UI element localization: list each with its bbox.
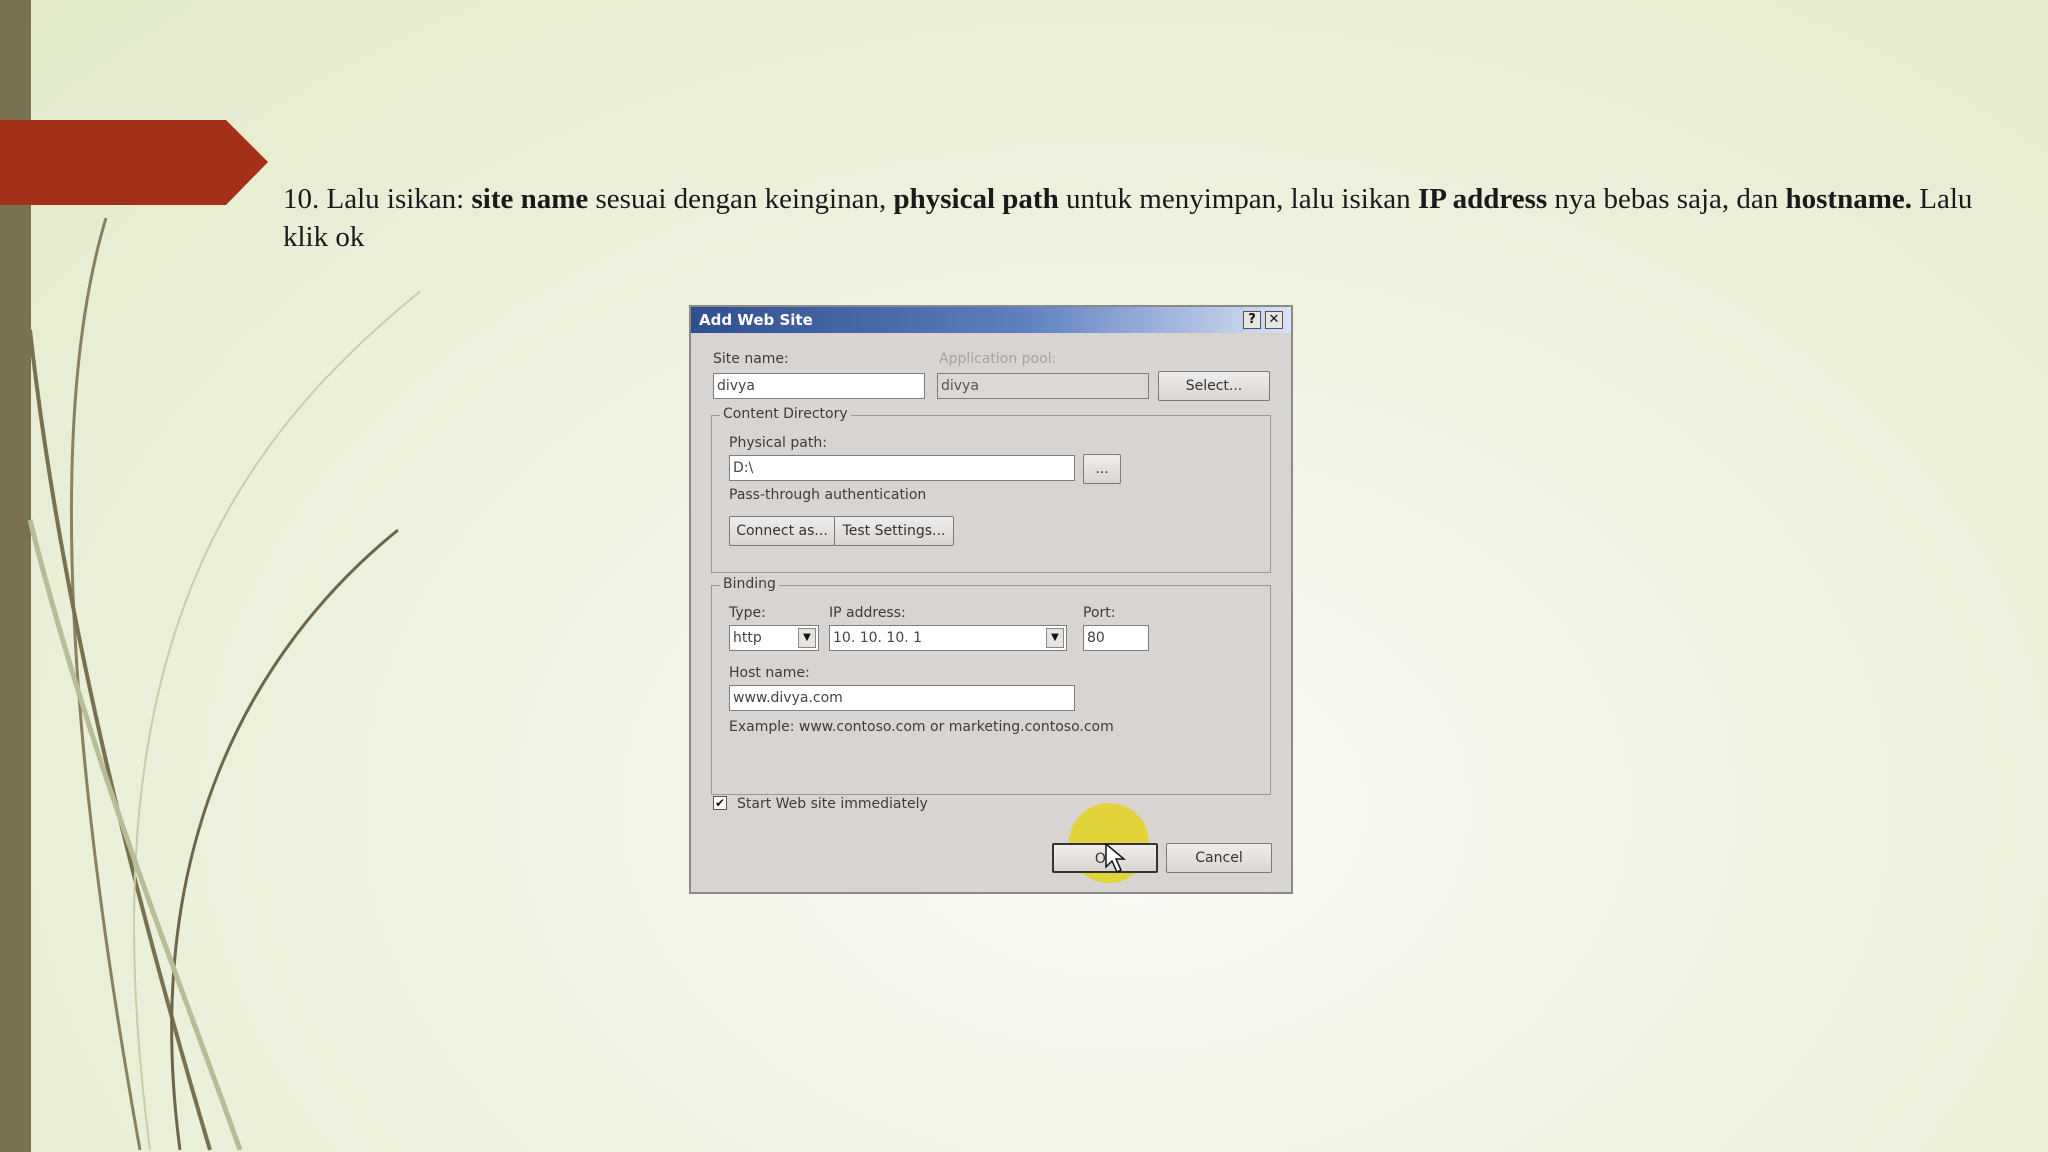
example-hint: Example: www.contoso.com or marketing.co…	[729, 719, 1114, 735]
site-name-label: Site name:	[713, 351, 789, 367]
binding-label: Binding	[720, 576, 779, 592]
instruction-text: 10. Lalu isikan: site name sesuai dengan…	[283, 180, 1973, 256]
caption-bold-physical-path: physical path	[893, 183, 1059, 215]
dialog-title-bar[interactable]: Add Web Site ? ✕	[691, 307, 1291, 333]
dialog-title: Add Web Site	[699, 311, 813, 329]
ip-address-value: 10. 10. 10. 1	[833, 630, 923, 646]
type-value: http	[733, 630, 762, 646]
app-pool-input: divya	[937, 373, 1149, 399]
connect-as-button[interactable]: Connect as...	[729, 516, 835, 546]
ip-address-label: IP address:	[829, 605, 906, 621]
type-label: Type:	[729, 605, 766, 621]
content-directory-label: Content Directory	[720, 406, 851, 422]
caption-part: 10. Lalu isikan:	[283, 183, 472, 215]
caption-bold-ip-address: IP address	[1417, 183, 1548, 215]
close-button[interactable]: ✕	[1265, 311, 1283, 329]
test-settings-button[interactable]: Test Settings...	[834, 516, 954, 546]
host-name-label: Host name:	[729, 665, 810, 681]
start-immediately-label: Start Web site immediately	[737, 796, 928, 812]
help-button[interactable]: ?	[1243, 311, 1261, 329]
ip-address-select[interactable]: 10. 10. 10. 1 ▼	[829, 625, 1067, 651]
host-name-input[interactable]: www.divya.com	[729, 685, 1075, 711]
physical-path-input[interactable]: D:\	[729, 455, 1075, 481]
select-button[interactable]: Select...	[1158, 371, 1270, 401]
port-input[interactable]: 80	[1083, 625, 1149, 651]
caption-bold-site-name: site name	[471, 183, 589, 215]
app-pool-label: Application pool:	[939, 351, 1057, 367]
mouse-pointer-icon	[1105, 843, 1127, 874]
type-select[interactable]: http ▼	[729, 625, 819, 651]
cancel-button[interactable]: Cancel	[1166, 843, 1272, 873]
site-name-input[interactable]: divya	[713, 373, 925, 399]
chevron-down-icon[interactable]: ▼	[798, 628, 816, 648]
passthrough-auth-label: Pass-through authentication	[729, 487, 927, 503]
caption-bold-hostname: hostname.	[1785, 183, 1912, 215]
start-immediately-checkbox[interactable]: ✔	[713, 796, 727, 810]
caption-part: untuk menyimpan, lalu isikan	[1058, 183, 1418, 215]
physical-path-label: Physical path:	[729, 435, 827, 451]
add-web-site-dialog: Add Web Site ? ✕ Site name: divya Applic…	[689, 305, 1293, 894]
port-label: Port:	[1083, 605, 1116, 621]
chevron-down-icon[interactable]: ▼	[1046, 628, 1064, 648]
browse-button[interactable]: ...	[1083, 454, 1121, 484]
caption-part: sesuai dengan keinginan,	[588, 183, 894, 215]
caption-part: nya bebas saja, dan	[1547, 183, 1786, 215]
title-arrow-shape	[0, 120, 268, 205]
